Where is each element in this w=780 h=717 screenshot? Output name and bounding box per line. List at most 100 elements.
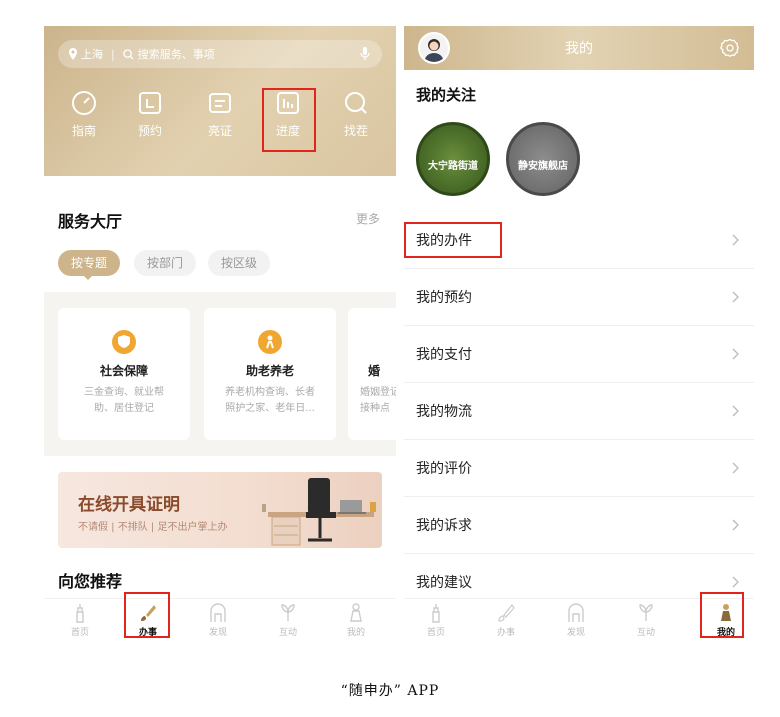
bottom-tab-bar: 首页 办事 发现 互动 我的 <box>44 598 396 644</box>
services-tab-highlight-box <box>124 592 170 638</box>
person-statue-icon <box>350 603 362 622</box>
location-label[interactable]: 上海 <box>81 46 103 62</box>
search-placeholder[interactable]: 搜索服务、事项 <box>138 46 215 62</box>
menu-row-my-logistics[interactable]: 我的物流 <box>404 383 754 440</box>
menu-row-my-appointments[interactable]: 我的预约 <box>404 269 754 326</box>
tab-label: 办事 <box>496 628 515 638</box>
quick-action-show-license[interactable]: 亮证 <box>190 90 250 139</box>
service-card-desc: 照护之家、老年日... <box>225 403 315 414</box>
location-pin-icon <box>69 48 77 60</box>
home-tower-icon <box>432 604 440 623</box>
online-certificate-banner[interactable]: 在线开具证明 不请假 | 不排队 | 足不出户掌上办 <box>58 472 382 548</box>
service-card-desc: 三金查询、就业帮 <box>84 387 164 398</box>
tab-mine[interactable]: 我的 <box>334 603 378 638</box>
tab-label: 我的 <box>346 628 365 638</box>
search-divider: | <box>111 47 115 61</box>
menu-row-label: 我的支付 <box>416 347 472 363</box>
follow-item-jingan-flagship[interactable]: 静安旗舰店 <box>506 122 580 196</box>
chip-by-district[interactable]: 按区级 <box>208 250 270 276</box>
home-tower-icon <box>76 604 84 623</box>
chevron-right-icon <box>732 291 739 303</box>
mine-tab-highlight-box <box>700 592 744 638</box>
tab-discover[interactable]: 发现 <box>196 603 240 638</box>
tab-interact[interactable]: 互动 <box>266 603 310 638</box>
quick-action-guide[interactable]: 指南 <box>54 90 114 139</box>
chip-by-topic[interactable]: 按专题 <box>58 250 120 276</box>
chevron-right-icon <box>732 234 739 246</box>
quick-action-label: 找茬 <box>343 124 368 138</box>
tab-label: 发现 <box>566 628 585 638</box>
service-card-elderly-care[interactable]: 助老养老 养老机构查询、长者 照护之家、老年日... <box>204 308 336 440</box>
tab-discover[interactable]: 发现 <box>554 603 598 638</box>
quick-action-label: 亮证 <box>207 124 232 138</box>
tab-interact[interactable]: 互动 <box>624 603 668 638</box>
quick-action-label: 指南 <box>71 124 96 138</box>
service-hall-title: 服务大厅 <box>58 212 123 231</box>
active-chip-pointer <box>82 274 94 280</box>
hero-header: 上海 | 搜索服务、事项 指南 预约 亮证 进度 找茬 <box>44 26 396 176</box>
flower-icon <box>281 604 295 621</box>
tab-label: 首页 <box>426 628 445 638</box>
chevron-right-icon <box>732 519 739 531</box>
tab-home[interactable]: 首页 <box>414 603 458 638</box>
gear-icon[interactable] <box>720 38 740 58</box>
banner-title: 在线开具证明 <box>78 495 180 515</box>
page-title: 我的 <box>565 41 593 57</box>
menu-row-label: 我的评价 <box>416 461 472 477</box>
menu-row-label: 我的物流 <box>416 404 472 420</box>
chevron-right-icon <box>732 405 739 417</box>
search-bar[interactable]: 上海 | 搜索服务、事项 <box>58 40 382 68</box>
banner-subtitle: 不请假 | 不排队 | 足不出户掌上办 <box>78 522 228 533</box>
follow-label: 大宁路街道 <box>428 161 478 172</box>
figure-caption: “随申办” APP <box>340 683 440 699</box>
brush-icon <box>498 603 515 622</box>
follow-item-daning-street[interactable]: 大宁路街道 <box>416 122 490 196</box>
profile-header: 我的 <box>404 26 754 70</box>
quick-action-appointment[interactable]: 预约 <box>120 90 180 139</box>
tab-label: 首页 <box>70 628 89 638</box>
service-card-title: 婚 <box>368 364 381 378</box>
quick-action-label: 预约 <box>137 124 162 138</box>
office-desk-illustration <box>262 478 376 546</box>
follow-label: 静安旗舰店 <box>518 161 568 172</box>
menu-row-label: 我的诉求 <box>416 518 472 534</box>
shield-icon <box>112 330 136 354</box>
calendar-icon <box>139 92 161 114</box>
flower-icon <box>639 604 653 621</box>
gauge-icon <box>72 91 96 115</box>
menu-row-label: 我的建议 <box>416 575 472 591</box>
follow-title: 我的关注 <box>416 86 477 104</box>
microphone-icon[interactable] <box>360 47 370 61</box>
service-card-desc: 婚姻登记 <box>360 387 396 398</box>
service-card-marriage[interactable]: 婚 婚姻登记接种点 <box>348 308 396 440</box>
gate-icon <box>210 603 226 622</box>
service-card-title: 助老养老 <box>245 364 294 378</box>
recommend-title: 向您推荐 <box>58 572 123 591</box>
service-hall-more-link[interactable]: 更多 <box>356 210 380 227</box>
menu-row-my-reviews[interactable]: 我的评价 <box>404 440 754 497</box>
tab-label: 发现 <box>208 628 227 638</box>
service-card-social-security[interactable]: 社会保障 三金查询、就业帮 助、居住登记 <box>58 308 190 440</box>
chevron-right-icon <box>732 348 739 360</box>
menu-row-label: 我的预约 <box>416 290 472 306</box>
elderly-icon <box>258 330 282 354</box>
my-cases-highlight-box <box>404 222 502 258</box>
menu-row-my-appeals[interactable]: 我的诉求 <box>404 497 754 554</box>
service-card-desc: 养老机构查询、长者 <box>225 387 315 398</box>
service-card-desc: 接种点 <box>360 403 390 414</box>
chip-by-department[interactable]: 按部门 <box>134 250 196 276</box>
tab-home[interactable]: 首页 <box>58 603 102 638</box>
right-phone-screen: 我的 我的关注 大宁路街道 静安旗舰店 我的办件 我的预约 我的支付 我的物流 … <box>404 26 754 644</box>
card-icon <box>209 93 231 113</box>
tab-label: 互动 <box>636 628 655 638</box>
chevron-right-icon <box>732 462 739 474</box>
service-card-title: 社会保障 <box>99 364 148 378</box>
tab-services[interactable]: 办事 <box>484 603 528 638</box>
left-phone-screen: 上海 | 搜索服务、事项 指南 预约 亮证 进度 找茬 服务大厅 更多 按专题 <box>44 26 396 644</box>
search-icon <box>345 92 367 114</box>
menu-row-my-payments[interactable]: 我的支付 <box>404 326 754 383</box>
service-card-desc: 助、居住登记 <box>94 403 154 414</box>
quick-action-find[interactable]: 找茬 <box>326 90 386 139</box>
chevron-right-icon <box>732 576 739 588</box>
gate-icon <box>568 603 584 622</box>
